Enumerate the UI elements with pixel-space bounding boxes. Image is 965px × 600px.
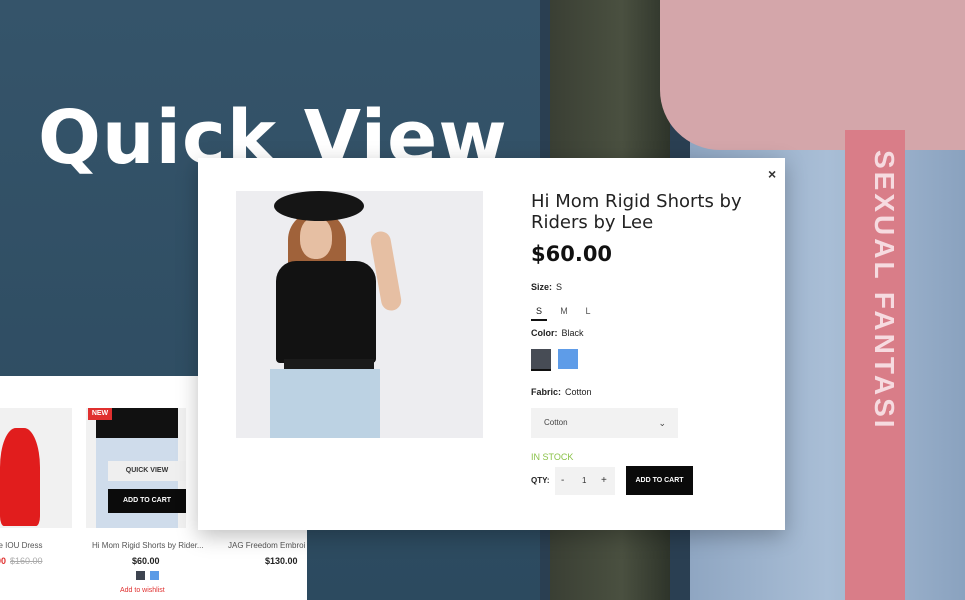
color-value: Black bbox=[561, 328, 584, 338]
photo-belt bbox=[284, 359, 374, 369]
product-photo bbox=[236, 191, 483, 438]
photo-hat bbox=[274, 191, 364, 221]
product-title: Hi Mom Rigid Shorts by Riders by Lee bbox=[531, 191, 742, 233]
chevron-down-icon: ⌄ bbox=[658, 418, 666, 428]
color-swatch[interactable] bbox=[136, 571, 145, 580]
fabric-select-value: Cotton bbox=[544, 418, 568, 427]
product-card[interactable] bbox=[0, 408, 72, 528]
size-option-l[interactable]: L bbox=[580, 306, 596, 319]
qty-minus-button[interactable]: - bbox=[561, 467, 564, 495]
product-name[interactable]: Hi Mom Rigid Shorts by Rider... bbox=[92, 541, 204, 550]
card-add-to-cart-button[interactable]: ADD TO CART bbox=[108, 489, 186, 513]
old-price: $160.00 bbox=[10, 556, 43, 566]
color-swatch-black[interactable] bbox=[531, 349, 551, 371]
fabric-select[interactable]: Cotton ⌄ bbox=[531, 408, 678, 438]
product-price: $60.00 bbox=[132, 556, 160, 566]
photo-face bbox=[300, 217, 332, 259]
photo-shorts bbox=[270, 369, 380, 438]
wishlist-link[interactable]: Add to wishlist bbox=[120, 587, 165, 594]
quick-view-button[interactable]: QUICK VIEW bbox=[108, 461, 186, 481]
product-price: $130.00 bbox=[265, 556, 298, 566]
size-option-s[interactable]: S bbox=[531, 306, 547, 321]
qty-plus-button[interactable]: + bbox=[601, 467, 607, 495]
new-badge: NEW bbox=[88, 408, 112, 420]
product-price: $60.00 bbox=[531, 242, 613, 266]
size-label-key: Size: bbox=[531, 282, 553, 292]
close-icon[interactable]: × bbox=[768, 166, 776, 182]
photo-top bbox=[276, 261, 376, 363]
stock-status: IN STOCK bbox=[531, 452, 574, 462]
color-swatch-blue[interactable] bbox=[558, 349, 578, 369]
size-option-m[interactable]: M bbox=[556, 306, 572, 319]
qty-label: QTY: bbox=[531, 476, 550, 485]
product-name[interactable]: ne IOU Dress bbox=[0, 541, 42, 550]
strap-text: SEXUAL FANTASI bbox=[869, 150, 900, 431]
fabric-value: Cotton bbox=[565, 387, 592, 397]
color-swatch[interactable] bbox=[150, 571, 159, 580]
quantity-stepper: - 1 + bbox=[555, 467, 615, 495]
product-name[interactable]: JAG Freedom Embroi bbox=[228, 541, 305, 550]
product-image bbox=[0, 428, 40, 526]
size-label: Size: S bbox=[531, 282, 562, 292]
qty-input[interactable]: 1 bbox=[582, 467, 586, 495]
size-value: S bbox=[556, 282, 563, 292]
quick-view-modal: × Hi Mom Rigid Shorts by Riders by Lee $… bbox=[198, 158, 785, 530]
sale-price: 00 bbox=[0, 556, 7, 566]
color-label: Color: Black bbox=[531, 328, 584, 338]
add-to-cart-button[interactable]: ADD TO CART bbox=[626, 466, 693, 495]
product-price: 00$160.00 bbox=[0, 556, 43, 566]
color-label-key: Color: bbox=[531, 328, 558, 338]
background-sweater bbox=[660, 0, 965, 150]
fabric-label: Fabric: Cotton bbox=[531, 387, 592, 397]
fabric-label-key: Fabric: bbox=[531, 387, 562, 397]
